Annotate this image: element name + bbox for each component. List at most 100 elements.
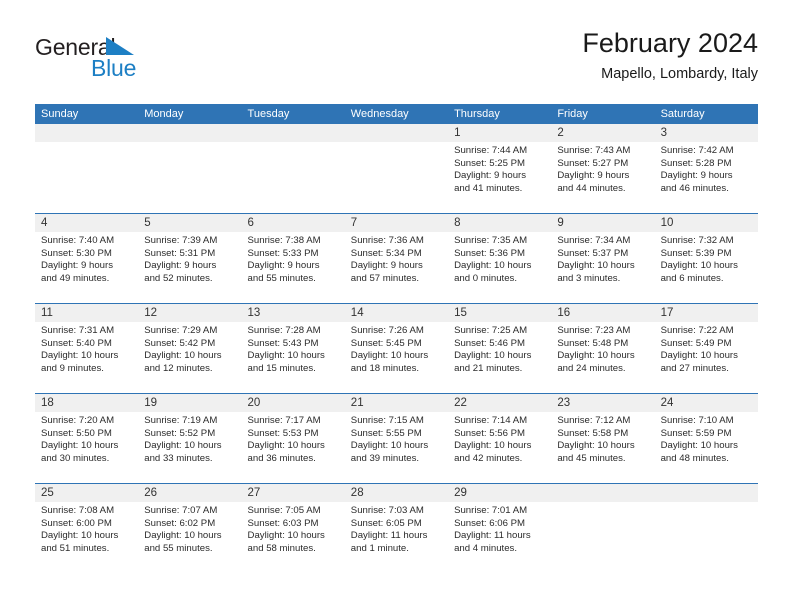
daylight-text-line1: Daylight: 10 hours — [660, 440, 738, 452]
day-number: 12 — [144, 307, 158, 319]
day-cell[interactable]: Sunrise: 7:22 AM Sunset: 5:49 PM Dayligh… — [655, 322, 758, 393]
day-cell[interactable]: Sunrise: 7:07 AM Sunset: 6:02 PM Dayligh… — [138, 502, 241, 573]
day-cell[interactable]: Sunrise: 7:28 AM Sunset: 5:43 PM Dayligh… — [242, 322, 345, 393]
page-title: February 2024 — [582, 28, 758, 58]
sunrise-text: Sunrise: 7:20 AM — [41, 415, 115, 426]
sunrise-text: Sunrise: 7:10 AM — [660, 415, 734, 426]
sunset-text: Sunset: 5:27 PM — [557, 157, 629, 169]
day-cell[interactable]: Sunrise: 7:12 AM Sunset: 5:58 PM Dayligh… — [551, 412, 654, 483]
day-number: 19 — [144, 397, 158, 409]
sunset-text: Sunset: 5:25 PM — [454, 157, 525, 169]
sunset-text: Sunset: 5:33 PM — [247, 247, 319, 259]
daylight-text-line1: Daylight: 10 hours — [247, 350, 325, 362]
day-cell[interactable]: Sunrise: 7:17 AM Sunset: 5:53 PM Dayligh… — [242, 412, 345, 483]
day-number — [345, 124, 448, 142]
day-cell[interactable] — [138, 142, 241, 213]
day-number: 2 — [557, 127, 564, 139]
sunset-text: Sunset: 5:37 PM — [557, 247, 629, 259]
day-cell[interactable]: Sunrise: 7:26 AM Sunset: 5:45 PM Dayligh… — [345, 322, 448, 393]
daylight-text-line1: Daylight: 10 hours — [41, 440, 119, 452]
day-cell[interactable]: Sunrise: 7:08 AM Sunset: 6:00 PM Dayligh… — [35, 502, 138, 573]
daylight-text-line1: Daylight: 9 hours — [41, 260, 113, 272]
day-cell[interactable]: Sunrise: 7:39 AM Sunset: 5:31 PM Dayligh… — [138, 232, 241, 303]
week-date-band: 1 2 3 — [35, 124, 758, 142]
day-number: 9 — [557, 217, 564, 229]
sunset-text: Sunset: 5:52 PM — [144, 427, 216, 439]
daylight-text-line1: Daylight: 9 hours — [454, 170, 527, 182]
sunset-text: Sunset: 6:00 PM — [41, 517, 112, 529]
sunrise-text: Sunrise: 7:31 AM — [41, 325, 115, 336]
week-date-band: 4 5 6 7 8 9 10 — [35, 214, 758, 232]
day-number: 8 — [454, 217, 461, 229]
daylight-text-line2: and 42 minutes. — [454, 452, 523, 464]
day-cell[interactable]: Sunrise: 7:32 AM Sunset: 5:39 PM Dayligh… — [655, 232, 758, 303]
day-cell[interactable]: Sunrise: 7:19 AM Sunset: 5:52 PM Dayligh… — [138, 412, 241, 483]
day-cell[interactable]: Sunrise: 7:10 AM Sunset: 5:59 PM Dayligh… — [655, 412, 758, 483]
daylight-text-line1: Daylight: 10 hours — [144, 530, 222, 542]
day-cell[interactable]: Sunrise: 7:03 AM Sunset: 6:05 PM Dayligh… — [345, 502, 448, 573]
day-cell[interactable]: Sunrise: 7:38 AM Sunset: 5:33 PM Dayligh… — [242, 232, 345, 303]
day-cell[interactable] — [345, 142, 448, 213]
daylight-text-line1: Daylight: 10 hours — [350, 440, 429, 452]
sunset-text: Sunset: 6:03 PM — [247, 517, 319, 529]
week-body-band: Sunrise: 7:31 AM Sunset: 5:40 PM Dayligh… — [35, 322, 758, 393]
day-cell[interactable]: Sunrise: 7:23 AM Sunset: 5:48 PM Dayligh… — [551, 322, 654, 393]
day-cell[interactable]: Sunrise: 7:01 AM Sunset: 6:06 PM Dayligh… — [448, 502, 551, 573]
page-subtitle: Mapello, Lombardy, Italy — [601, 66, 758, 82]
masthead: General Blue February 2024 Mapello, Lomb… — [35, 26, 758, 92]
sunset-text: Sunset: 5:55 PM — [350, 427, 422, 439]
day-cell[interactable]: Sunrise: 7:34 AM Sunset: 5:37 PM Dayligh… — [551, 232, 654, 303]
weekday-header-thursday: Thursday — [454, 108, 500, 120]
daylight-text-line2: and 52 minutes. — [144, 272, 213, 284]
day-cell[interactable]: Sunrise: 7:43 AM Sunset: 5:27 PM Dayligh… — [551, 142, 654, 213]
day-cell[interactable]: Sunrise: 7:42 AM Sunset: 5:28 PM Dayligh… — [655, 142, 758, 213]
day-cell[interactable]: Sunrise: 7:20 AM Sunset: 5:50 PM Dayligh… — [35, 412, 138, 483]
sunrise-text: Sunrise: 7:17 AM — [247, 415, 321, 426]
week-date-band: 25 26 27 28 29 — [35, 484, 758, 502]
day-cell[interactable]: Sunrise: 7:25 AM Sunset: 5:46 PM Dayligh… — [448, 322, 551, 393]
day-cell[interactable] — [35, 142, 138, 213]
sunset-text: Sunset: 6:05 PM — [350, 517, 422, 529]
day-cell[interactable]: Sunrise: 7:44 AM Sunset: 5:25 PM Dayligh… — [448, 142, 551, 213]
day-cell[interactable]: Sunrise: 7:29 AM Sunset: 5:42 PM Dayligh… — [138, 322, 241, 393]
calendar-week-row: 11 12 13 14 15 16 17 Sunrise: 7:31 AM Su… — [35, 303, 758, 393]
day-number: 26 — [144, 487, 158, 499]
day-number: 10 — [660, 217, 674, 229]
day-cell[interactable] — [242, 142, 345, 213]
week-body-band: Sunrise: 7:44 AM Sunset: 5:25 PM Dayligh… — [35, 142, 758, 213]
day-number: 17 — [660, 307, 674, 319]
daylight-text-line2: and 58 minutes. — [247, 542, 316, 554]
daylight-text-line1: Daylight: 10 hours — [557, 440, 635, 452]
daylight-text-line2: and 9 minutes. — [41, 362, 104, 374]
day-cell[interactable]: Sunrise: 7:36 AM Sunset: 5:34 PM Dayligh… — [345, 232, 448, 303]
daylight-text-line1: Daylight: 10 hours — [557, 260, 635, 272]
day-number: 5 — [144, 217, 151, 229]
sunset-text: Sunset: 5:28 PM — [660, 157, 732, 169]
day-number: 7 — [350, 217, 358, 229]
sunrise-text: Sunrise: 7:44 AM — [454, 145, 528, 156]
sunset-text: Sunset: 5:56 PM — [454, 427, 525, 439]
day-number: 24 — [660, 397, 674, 409]
day-number: 13 — [247, 307, 261, 319]
day-cell[interactable]: Sunrise: 7:40 AM Sunset: 5:30 PM Dayligh… — [35, 232, 138, 303]
day-cell[interactable] — [655, 502, 758, 573]
sunrise-text: Sunrise: 7:22 AM — [660, 325, 734, 336]
day-cell[interactable]: Sunrise: 7:31 AM Sunset: 5:40 PM Dayligh… — [35, 322, 138, 393]
day-cell[interactable]: Sunrise: 7:35 AM Sunset: 5:36 PM Dayligh… — [448, 232, 551, 303]
sunset-text: Sunset: 6:02 PM — [144, 517, 216, 529]
weekday-header-friday: Friday — [557, 108, 588, 120]
day-cell[interactable]: Sunrise: 7:14 AM Sunset: 5:56 PM Dayligh… — [448, 412, 551, 483]
daylight-text-line1: Daylight: 9 hours — [660, 170, 733, 182]
daylight-text-line1: Daylight: 9 hours — [557, 170, 630, 182]
sunset-text: Sunset: 5:30 PM — [41, 247, 112, 259]
day-cell[interactable] — [551, 502, 654, 573]
day-cell[interactable]: Sunrise: 7:05 AM Sunset: 6:03 PM Dayligh… — [242, 502, 345, 573]
day-number — [655, 484, 758, 502]
day-number: 23 — [557, 397, 571, 409]
daylight-text-line1: Daylight: 10 hours — [247, 530, 325, 542]
brand-logo[interactable]: General Blue — [35, 34, 235, 90]
day-cell[interactable]: Sunrise: 7:15 AM Sunset: 5:55 PM Dayligh… — [345, 412, 448, 483]
day-number: 4 — [41, 217, 48, 229]
day-number: 29 — [454, 487, 467, 499]
daylight-text-line2: and 30 minutes. — [41, 452, 110, 464]
